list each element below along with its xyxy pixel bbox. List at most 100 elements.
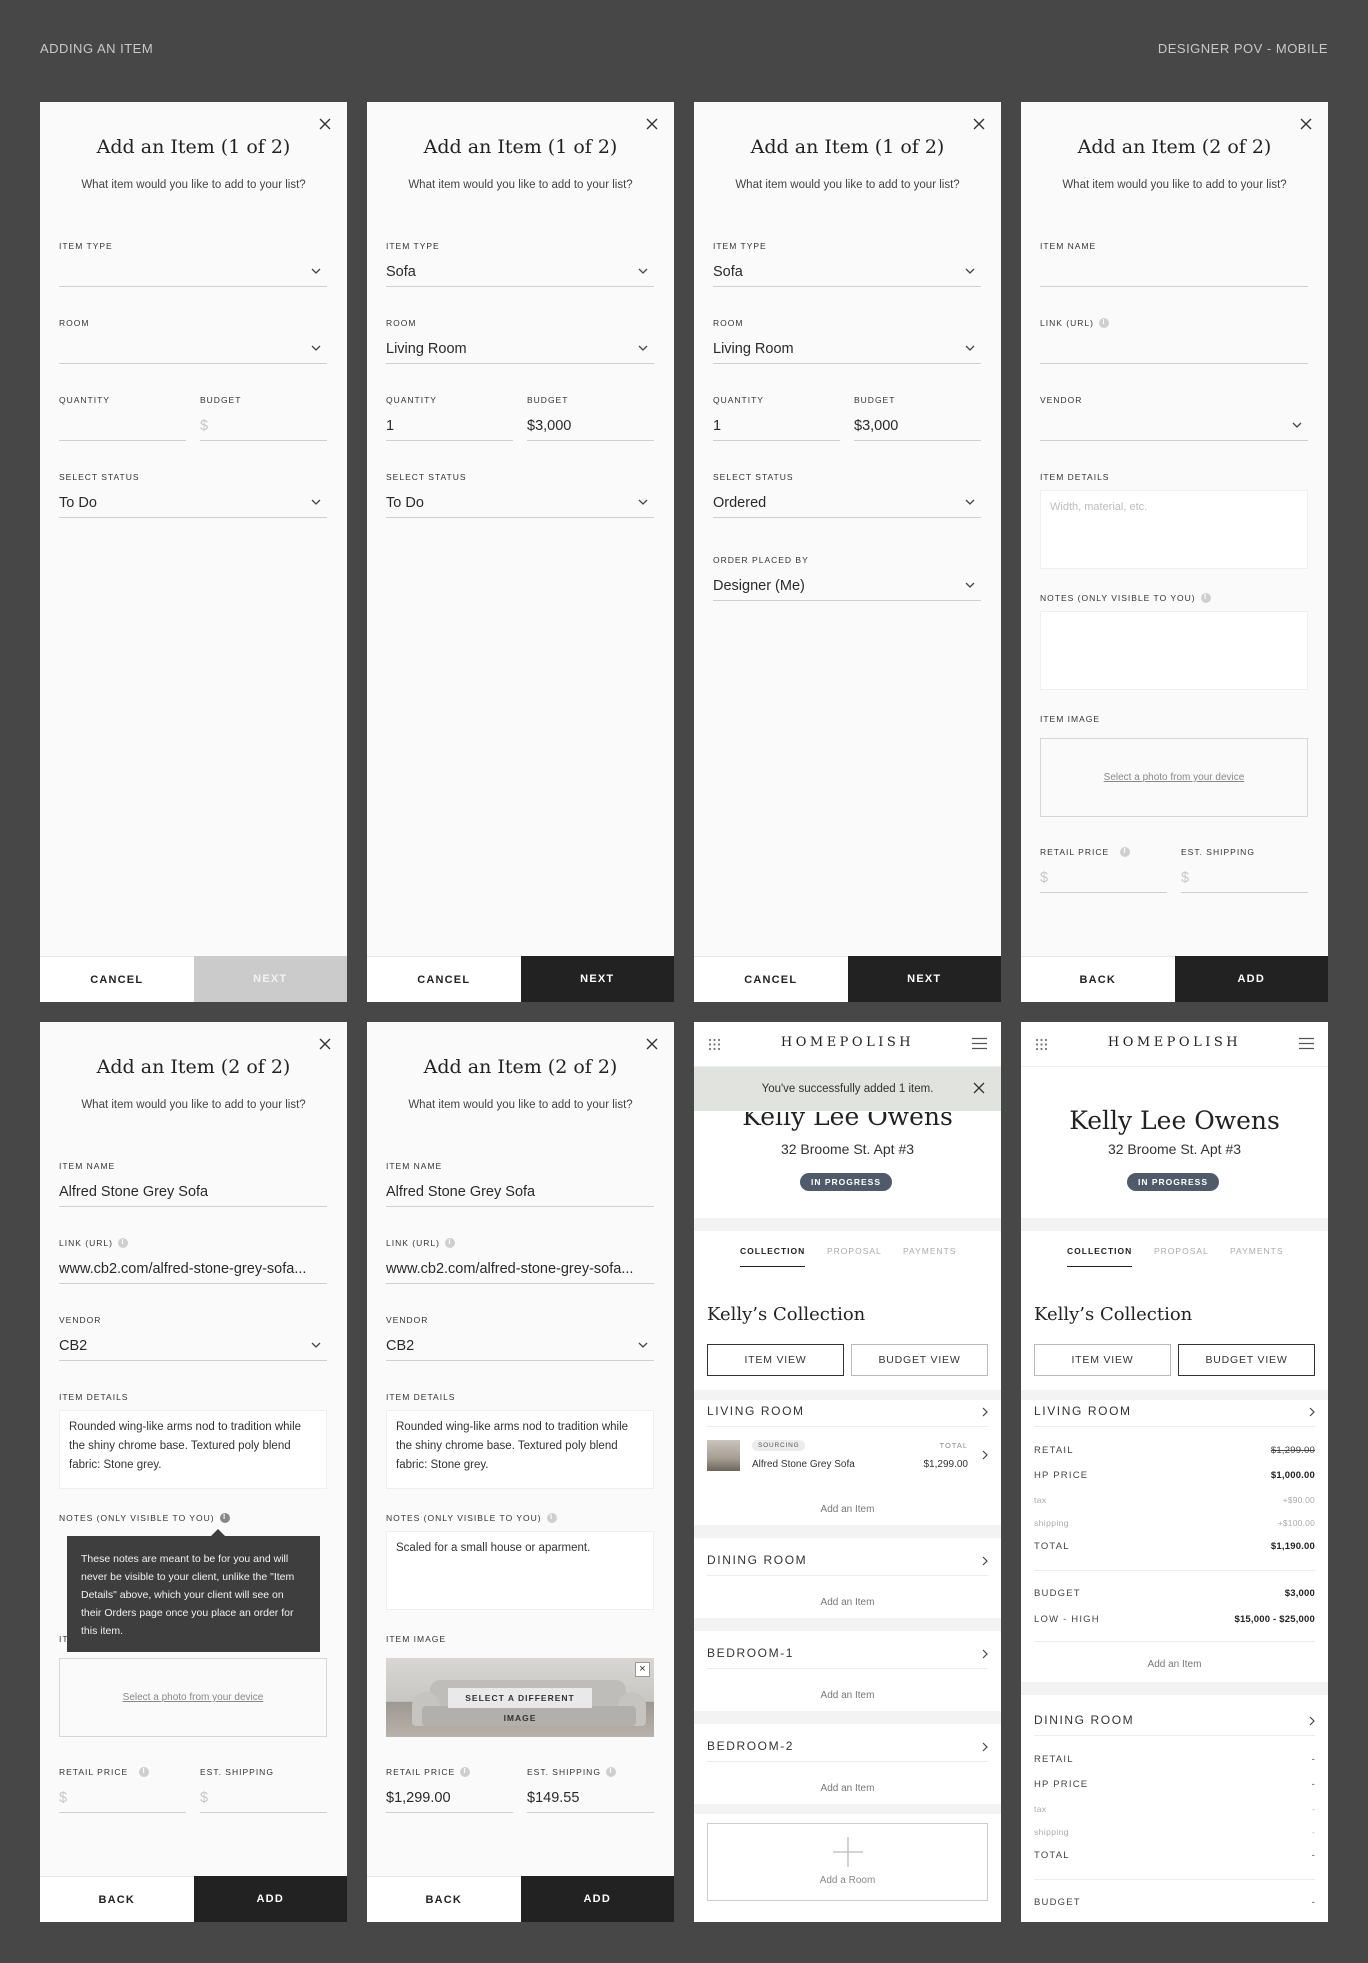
select-photo-button[interactable]: Select a photo from your device [1040,738,1308,817]
info-icon[interactable]: i [117,1238,128,1248]
add-item-link[interactable]: Add an Item [694,1504,1001,1515]
info-icon[interactable]: i [139,1767,150,1777]
budget-view-button[interactable]: BUDGET VIEW [851,1344,988,1376]
close-icon[interactable] [317,116,333,132]
est-shipping-input[interactable]: $ [1181,865,1308,893]
add-button[interactable]: ADD [193,1876,347,1922]
item-view-button[interactable]: ITEM VIEW [1034,1344,1171,1376]
room-row-bedroom-1[interactable]: BEDROOM-1 [707,1638,988,1668]
quantity-input[interactable]: 1 [386,413,513,441]
tab-collection[interactable]: COLLECTION [1067,1246,1133,1267]
close-icon[interactable] [971,116,987,132]
budget-view-button[interactable]: BUDGET VIEW [1178,1344,1315,1376]
close-icon[interactable] [644,1036,660,1052]
link-input[interactable] [1040,336,1308,364]
tab-collection[interactable]: COLLECTION [740,1246,806,1267]
item-type-select[interactable]: Sofa [386,259,654,287]
vendor-select[interactable]: CB2 [386,1333,654,1361]
info-icon[interactable]: i [1098,318,1109,328]
item-type-select[interactable]: Sofa [713,259,981,287]
status-select[interactable]: To Do [59,490,327,518]
notes-textarea[interactable] [1040,611,1308,690]
cancel-button[interactable]: CANCEL [367,956,521,1002]
homepolish-logo[interactable]: HOMEPOLISH [1021,1035,1328,1050]
room-select[interactable]: Living Room [713,336,981,364]
cancel-button[interactable]: CANCEL [694,956,848,1002]
close-icon[interactable] [644,116,660,132]
hamburger-menu-icon[interactable] [1299,1037,1314,1050]
retail-price-input[interactable]: $ [59,1785,186,1813]
back-button[interactable]: BACK [1021,956,1175,1002]
item-thumbnail[interactable] [707,1440,740,1471]
status-select[interactable]: Ordered [713,490,981,518]
select-different-image-button[interactable]: SELECT A DIFFERENT IMAGE [448,1688,592,1723]
close-icon[interactable] [317,1036,333,1052]
tax-label: tax [1034,1804,1047,1814]
tab-payments[interactable]: PAYMENTS [903,1246,957,1256]
room-row-living-room[interactable]: LIVING ROOM [1034,1396,1315,1426]
room-row-bedroom-2[interactable]: BEDROOM-2 [707,1731,988,1761]
item-name-input[interactable] [1040,259,1308,287]
info-icon[interactable]: i [444,1238,455,1248]
add-room-button[interactable]: Add a Room [707,1823,988,1901]
est-shipping-input[interactable]: $149.55 [527,1785,654,1813]
tab-proposal[interactable]: PROPOSAL [827,1246,882,1256]
info-icon[interactable]: i [1120,847,1131,857]
quantity-input[interactable]: 1 [713,413,840,441]
back-button[interactable]: BACK [367,1876,521,1922]
add-room-label: Add a Room [819,1875,876,1886]
next-button-disabled[interactable]: NEXT [193,956,347,1002]
order-placed-by-select[interactable]: Designer (Me) [713,573,981,601]
homepolish-logo[interactable]: HOMEPOLISH [694,1035,1001,1050]
room-select[interactable]: Living Room [386,336,654,364]
item-name[interactable]: Alfred Stone Grey Sofa [752,1459,855,1470]
vendor-select[interactable]: CB2 [59,1333,327,1361]
add-button[interactable]: ADD [520,1876,674,1922]
add-item-link[interactable]: Add an Item [694,1783,1001,1794]
retail-price-input[interactable]: $1,299.00 [386,1785,513,1813]
est-shipping-input[interactable]: $ [200,1785,327,1813]
link-input[interactable]: www.cb2.com/alfred-stone-grey-sofa... [386,1256,654,1284]
link-input[interactable]: www.cb2.com/alfred-stone-grey-sofa... [59,1256,327,1284]
info-icon[interactable]: i [546,1513,557,1523]
select-photo-button[interactable]: Select a photo from your device [59,1658,327,1737]
chevron-right-icon[interactable] [982,1450,988,1460]
next-button[interactable]: NEXT [520,956,674,1002]
room-row-living-room[interactable]: LIVING ROOM [707,1396,988,1426]
tab-payments[interactable]: PAYMENTS [1230,1246,1284,1256]
item-name-input[interactable]: Alfred Stone Grey Sofa [59,1179,327,1207]
item-details-textarea[interactable]: Rounded wing-like arms nod to tradition … [59,1410,327,1489]
close-icon[interactable] [973,1082,985,1094]
vendor-select[interactable] [1040,413,1308,441]
room-row-dining-room[interactable]: DINING ROOM [1034,1705,1315,1735]
item-type-select[interactable] [59,259,327,287]
item-details-textarea[interactable]: Rounded wing-like arms nod to tradition … [386,1410,654,1489]
hamburger-menu-icon[interactable] [972,1037,987,1050]
add-item-link[interactable]: Add an Item [1021,1659,1328,1670]
info-icon[interactable]: i [460,1767,471,1777]
budget-input[interactable]: $ [200,413,327,441]
info-icon-active[interactable]: i [219,1513,230,1523]
cancel-button[interactable]: CANCEL [40,956,194,1002]
item-details-textarea[interactable]: Width, material, etc. [1040,490,1308,569]
status-select[interactable]: To Do [386,490,654,518]
item-name-input[interactable]: Alfred Stone Grey Sofa [386,1179,654,1207]
info-icon[interactable]: i [1200,593,1211,603]
room-select[interactable] [59,336,327,364]
close-icon[interactable] [1298,116,1314,132]
item-view-button[interactable]: ITEM VIEW [707,1344,844,1376]
retail-price-input[interactable]: $ [1040,865,1167,893]
budget-input[interactable]: $3,000 [854,413,981,441]
quantity-input[interactable] [59,413,186,441]
notes-textarea[interactable]: Scaled for a small house or aparment. [386,1531,654,1610]
add-item-link[interactable]: Add an Item [694,1690,1001,1701]
add-button[interactable]: ADD [1174,956,1328,1002]
info-icon[interactable]: i [605,1767,616,1777]
add-item-link[interactable]: Add an Item [694,1597,1001,1608]
back-button[interactable]: BACK [40,1876,194,1922]
budget-input[interactable]: $3,000 [527,413,654,441]
room-row-dining-room[interactable]: DINING ROOM [707,1545,988,1575]
next-button[interactable]: NEXT [847,956,1001,1002]
tab-proposal[interactable]: PROPOSAL [1154,1246,1209,1256]
remove-image-icon[interactable]: × [635,1662,650,1677]
